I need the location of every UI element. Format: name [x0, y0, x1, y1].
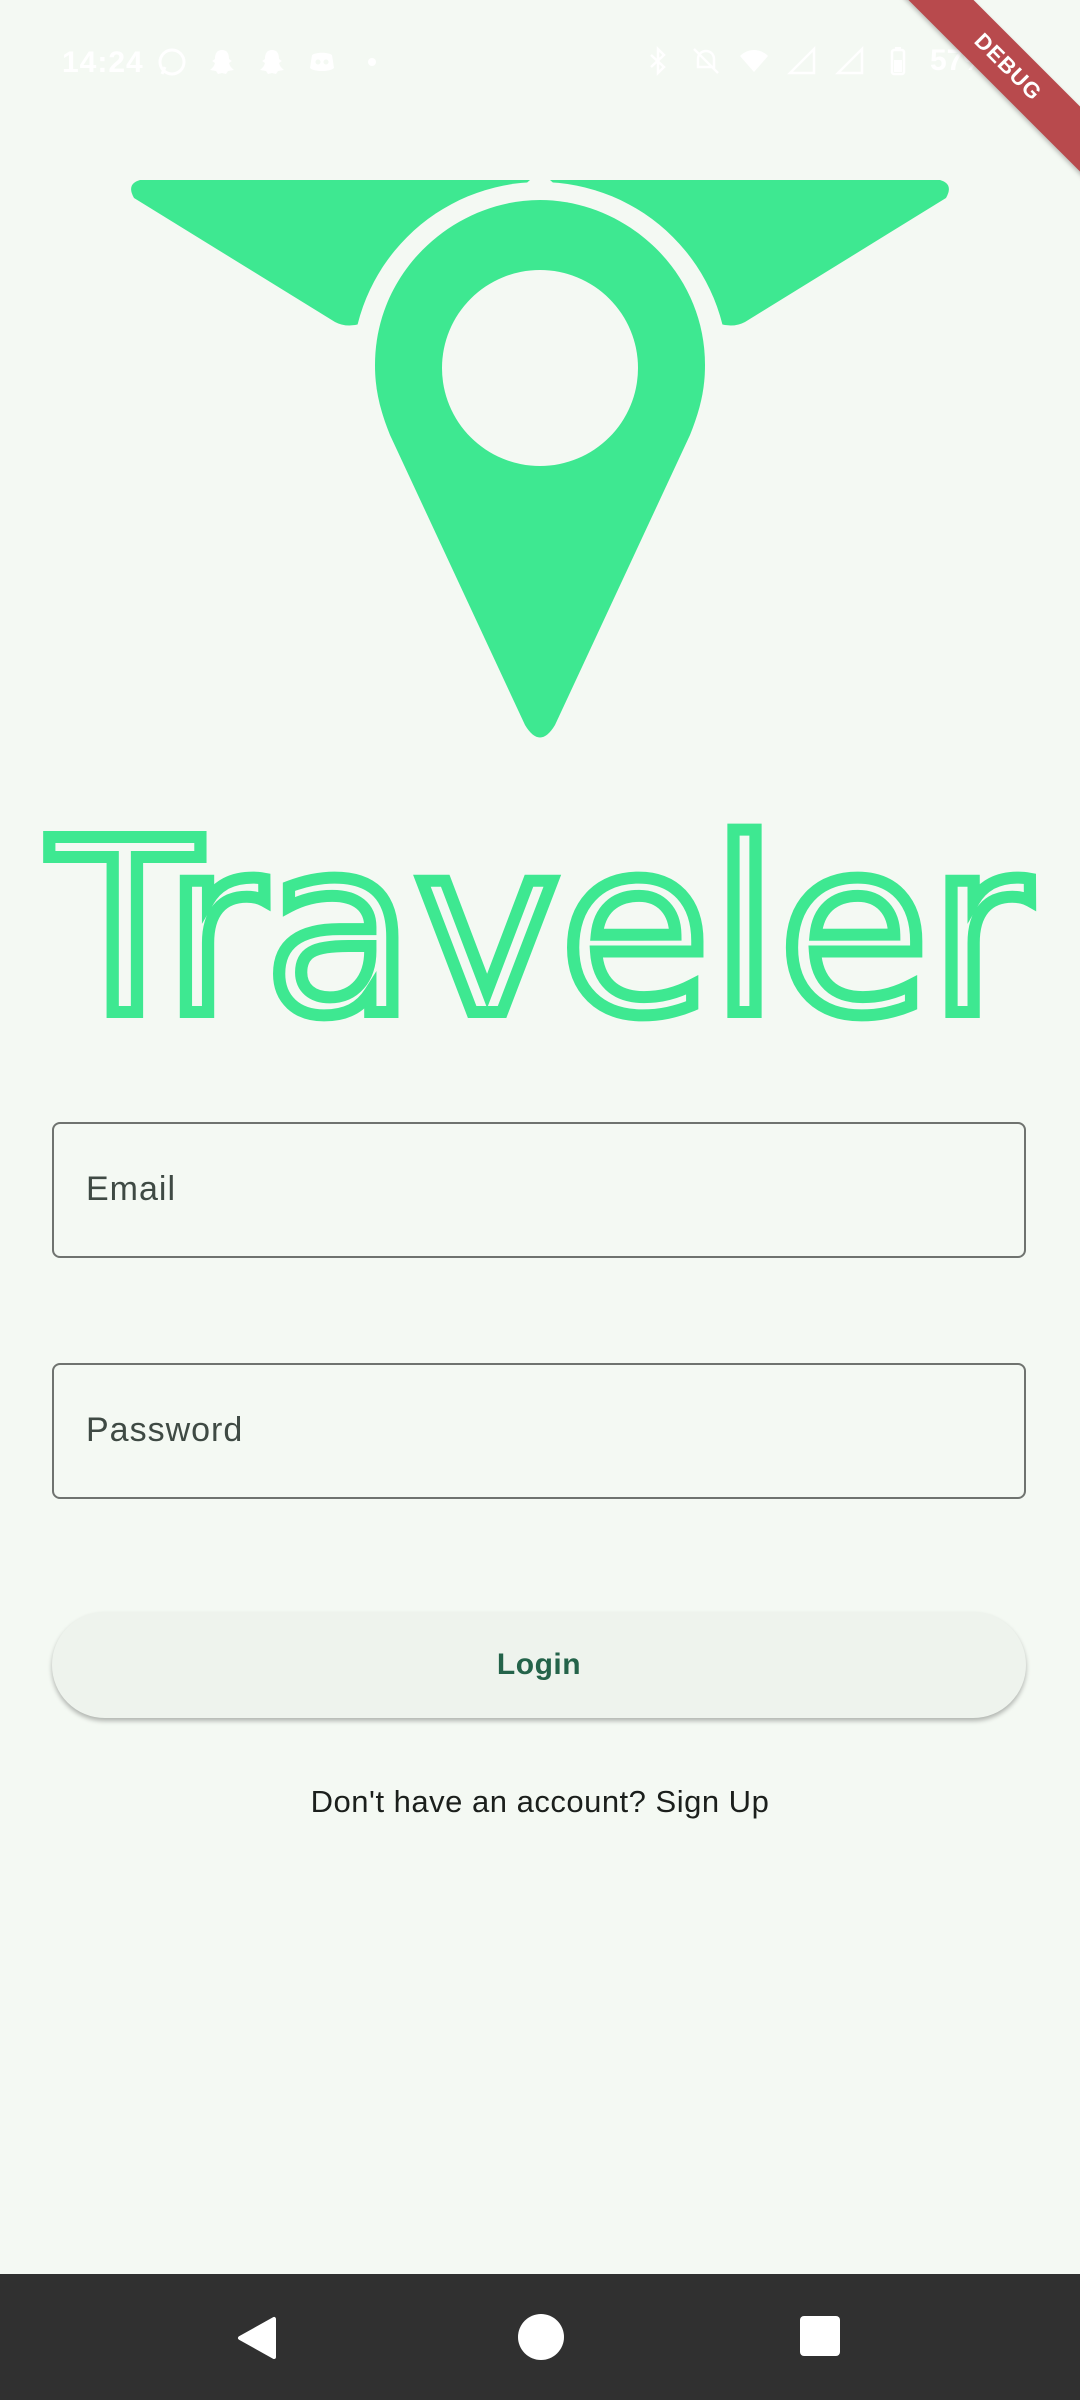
recents-icon[interactable] — [800, 2316, 840, 2356]
app-title: Traveler — [43, 800, 1036, 1040]
app-title-text: Traveler — [49, 800, 1030, 1040]
battery-icon — [890, 47, 906, 76]
signal-icon — [786, 45, 816, 75]
whatsapp-icon — [158, 48, 186, 76]
location-pin-logo-icon — [131, 180, 949, 738]
snapchat-icon — [210, 50, 234, 74]
status-time: 14:24 — [62, 46, 144, 79]
signup-link[interactable]: Don't have an account? Sign Up — [0, 1784, 1080, 1820]
bluetooth-icon — [650, 45, 666, 77]
login-button[interactable]: Login — [52, 1612, 1026, 1718]
password-label: Password — [86, 1411, 244, 1449]
system-status-icons: 57% — [642, 44, 990, 78]
login-screen: 14:24 57% DEBUG Traveler Email Password … — [0, 0, 1080, 2400]
email-label: Email — [86, 1170, 177, 1208]
back-icon[interactable] — [234, 2315, 280, 2361]
discord-icon — [310, 52, 334, 71]
snapchat-icon — [260, 50, 284, 74]
login-button-label: Login — [496, 1648, 582, 1681]
notification-icons — [156, 46, 388, 78]
wifi-icon — [739, 50, 768, 72]
mute-icon — [693, 48, 719, 74]
status-bar: 14:24 57% — [0, 0, 1080, 130]
navigation-bar — [0, 2274, 1080, 2400]
dot-icon — [368, 58, 376, 66]
password-field[interactable]: Password — [52, 1363, 1026, 1499]
home-icon[interactable] — [518, 2314, 564, 2360]
signal-icon — [834, 45, 864, 75]
email-field[interactable]: Email — [52, 1122, 1026, 1258]
